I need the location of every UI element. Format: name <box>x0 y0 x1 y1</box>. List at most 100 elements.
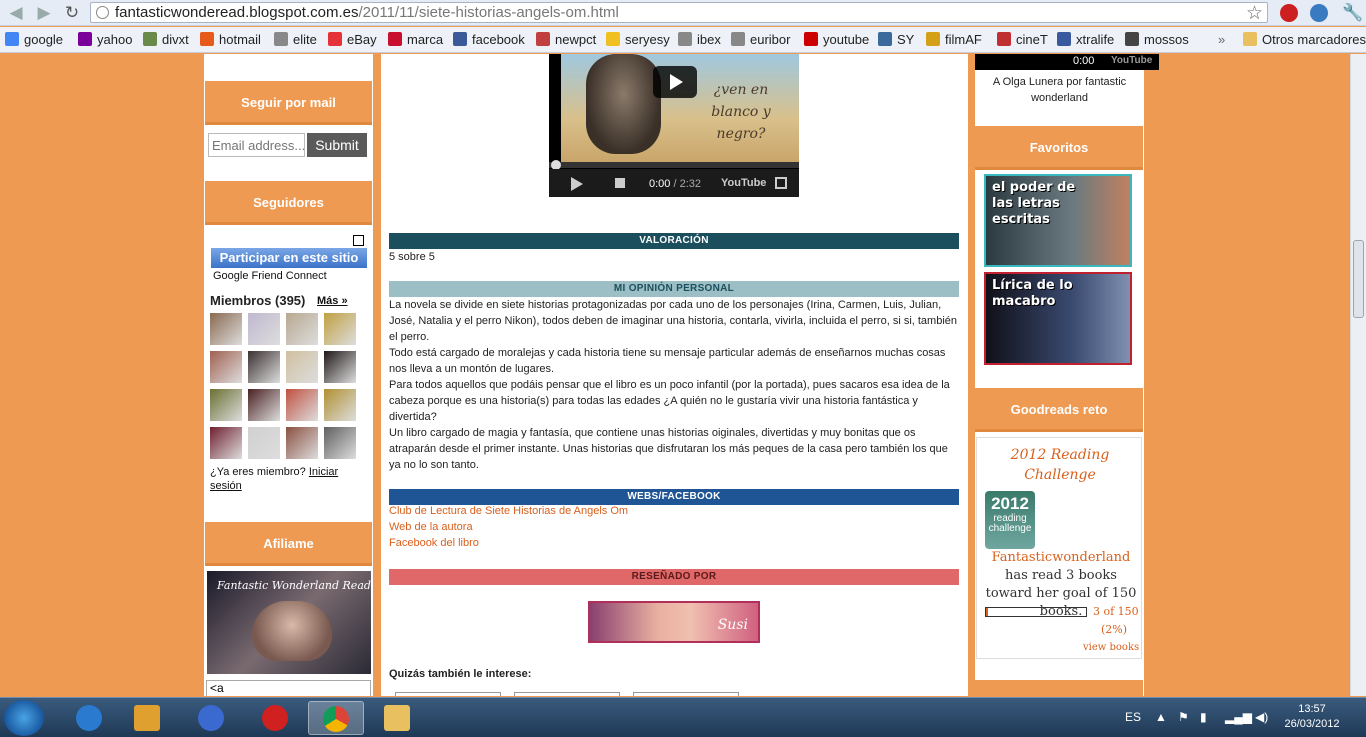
bookmark-google[interactable]: google <box>5 32 63 47</box>
back-icon[interactable]: ◀ <box>6 3 26 23</box>
adblock-icon[interactable] <box>1280 4 1298 22</box>
bookmarks-overflow-icon[interactable]: » <box>1218 32 1225 47</box>
bookmark-seryesy[interactable]: seryesy <box>606 32 670 47</box>
language-indicator[interactable]: ES <box>1125 710 1141 724</box>
device-icon[interactable]: ▮ <box>1200 710 1207 724</box>
start-button[interactable] <box>4 700 44 736</box>
page-scrollbar[interactable] <box>1350 54 1366 696</box>
member-avatar[interactable] <box>286 389 318 421</box>
challenge-title[interactable]: 2012 Reading Challenge <box>977 445 1143 485</box>
favorite-blog-1[interactable]: el poder de las letras escritas <box>984 174 1132 267</box>
reload-icon[interactable]: ↻ <box>62 3 82 23</box>
member-avatar[interactable] <box>248 351 280 383</box>
view-books-link[interactable]: view books <box>1083 642 1139 653</box>
member-avatar[interactable] <box>324 427 356 459</box>
bookmark-hotmail[interactable]: hotmail <box>200 32 261 47</box>
member-avatar[interactable] <box>324 351 356 383</box>
fullscreen-icon[interactable] <box>775 177 787 189</box>
bookmark-label: mossos <box>1144 32 1189 47</box>
bookmark-facebook[interactable]: facebook <box>453 32 525 47</box>
right-video-controls[interactable]: 0:00 YouTube <box>975 54 1159 70</box>
video-controls: 0:00 / 2:32 YouTube <box>549 169 799 197</box>
taskbar-chrome[interactable] <box>308 701 364 735</box>
bookmark-newpct[interactable]: newpct <box>536 32 596 47</box>
more-members-link[interactable]: Más » <box>317 295 348 307</box>
clock[interactable]: 13:57 26/03/2012 <box>1280 702 1344 732</box>
member-avatar[interactable] <box>286 313 318 345</box>
member-avatar[interactable] <box>248 427 280 459</box>
reviewer-badge[interactable]: Susi <box>588 601 760 643</box>
youtube-logo[interactable]: YouTube <box>721 177 766 189</box>
bookmark-yahoo[interactable]: yahoo <box>78 32 132 47</box>
tray-expand-icon[interactable]: ▲ <box>1155 710 1167 724</box>
flag-icon[interactable]: ⚑ <box>1178 710 1189 724</box>
taskbar-pin[interactable] <box>248 701 304 735</box>
play-icon[interactable] <box>571 177 583 191</box>
pin-icon <box>262 705 288 731</box>
goodreads-user-link[interactable]: Fantasticwonderland <box>992 550 1131 565</box>
club-link[interactable]: Club de Lectura de Siete Historias de An… <box>389 505 628 517</box>
wrench-icon[interactable]: 🔧 <box>1342 3 1363 23</box>
member-avatar[interactable] <box>248 389 280 421</box>
popout-icon[interactable] <box>353 235 364 246</box>
challenge-badge[interactable]: 2012 reading challenge <box>985 491 1035 549</box>
banner-code-textarea[interactable]: <a <box>206 680 371 696</box>
bookmark-favicon-icon <box>926 32 940 46</box>
video-progress-bar[interactable] <box>549 160 799 170</box>
member-avatar[interactable] <box>286 351 318 383</box>
video-time: 0:00 / 2:32 <box>649 178 701 190</box>
bookmark-star-icon[interactable]: ☆ <box>1246 2 1263 25</box>
facebook-book-link[interactable]: Facebook del libro <box>389 537 479 549</box>
bookmark-mossos[interactable]: mossos <box>1125 32 1189 47</box>
network-icon[interactable]: ▂▄▆ <box>1225 710 1252 724</box>
other-bookmarks[interactable]: Otros marcadores <box>1243 32 1366 47</box>
bookmark-euribor[interactable]: euribor <box>731 32 790 47</box>
afiliate-banner[interactable]: Fantastic Wonderland Read <box>207 571 371 674</box>
taskbar-messenger[interactable] <box>184 701 240 735</box>
challenge-progress-fill <box>986 608 988 616</box>
play-overlay-icon[interactable] <box>653 66 697 98</box>
right-youtube-logo[interactable]: YouTube <box>1111 54 1152 68</box>
volume-icon[interactable]: ◀) <box>1255 710 1268 724</box>
bookmark-label: xtralife <box>1076 32 1115 47</box>
taskbar-explorer[interactable] <box>370 701 426 735</box>
taskbar-media[interactable] <box>120 701 176 735</box>
volume-icon[interactable] <box>615 178 625 188</box>
extension-icon[interactable] <box>1310 4 1328 22</box>
scrollbar-thumb[interactable] <box>1353 240 1364 318</box>
webs-header: WEBS/FACEBOOK <box>389 489 959 505</box>
member-avatar[interactable] <box>210 389 242 421</box>
join-site-button[interactable]: Participar en este sitio <box>211 248 367 268</box>
bookmark-ibex[interactable]: ibex <box>678 32 721 47</box>
url-bar[interactable]: fantasticwonderead.blogspot.com.es/2011/… <box>90 2 1268 23</box>
bookmark-filmaf[interactable]: filmAF <box>926 32 982 47</box>
left-sidebar: Seguir por mail Submit Seguidores Partic… <box>204 54 373 696</box>
member-avatar[interactable] <box>324 313 356 345</box>
member-avatar[interactable] <box>286 427 318 459</box>
member-avatar[interactable] <box>248 313 280 345</box>
video-player[interactable]: ¿ven en blanco y negro? 0:00 / 2:32 YouT… <box>549 54 799 197</box>
bookmark-youtube[interactable]: youtube <box>804 32 869 47</box>
bookmark-label: cineT <box>1016 32 1048 47</box>
member-avatar[interactable] <box>324 389 356 421</box>
member-avatar[interactable] <box>210 427 242 459</box>
author-web-link[interactable]: Web de la autora <box>389 521 473 533</box>
email-field[interactable] <box>208 133 305 157</box>
favorite-blog-2[interactable]: Lírica de lo macabro <box>984 272 1132 365</box>
submit-button[interactable]: Submit <box>307 133 367 157</box>
bookmark-sy[interactable]: SY <box>878 32 914 47</box>
member-avatar[interactable] <box>210 351 242 383</box>
bookmark-cinet[interactable]: cineT <box>997 32 1048 47</box>
related-item[interactable] <box>395 692 501 696</box>
member-avatar[interactable] <box>210 313 242 345</box>
taskbar-ie[interactable] <box>62 701 118 735</box>
bookmark-elite[interactable]: elite <box>274 32 317 47</box>
related-item[interactable] <box>633 692 739 696</box>
bookmark-ebay[interactable]: eBay <box>328 32 377 47</box>
related-item[interactable] <box>514 692 620 696</box>
forward-icon[interactable]: ▶ <box>34 3 54 23</box>
bookmark-marca[interactable]: marca <box>388 32 443 47</box>
bookmark-divxt[interactable]: divxt <box>143 32 189 47</box>
bookmark-favicon-icon <box>678 32 692 46</box>
bookmark-xtralife[interactable]: xtralife <box>1057 32 1114 47</box>
